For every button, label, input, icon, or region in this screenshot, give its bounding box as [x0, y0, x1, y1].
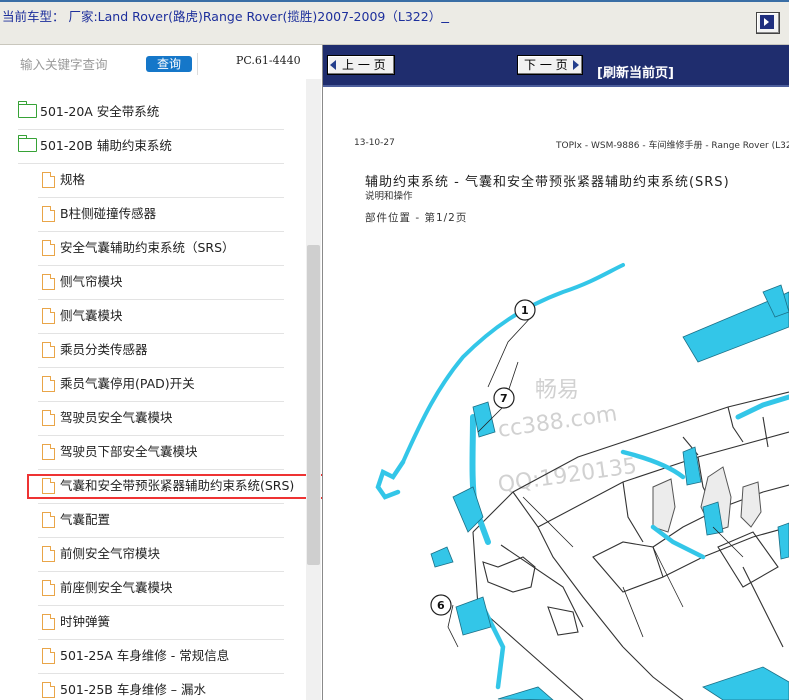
folder-icon: [18, 134, 37, 152]
model-link-underline[interactable]: [441, 9, 449, 24]
document-icon: [42, 545, 55, 562]
document-icon: [42, 307, 55, 324]
callout-7: 7: [493, 387, 515, 409]
tree-doc-item[interactable]: 501-25A 车身维修 - 常规信息: [38, 639, 284, 674]
document-icon: [42, 579, 55, 596]
tree-doc-item[interactable]: 501-25B 车身维修 – 漏水: [38, 673, 284, 700]
tree-item-label: 驾驶员下部安全气囊模块: [60, 444, 198, 459]
document-icon: [42, 613, 55, 630]
callout-1-label: 1: [521, 304, 529, 317]
tree-doc-item[interactable]: 驾驶员下部安全气囊模块: [38, 435, 284, 470]
tree-item-label: 规格: [60, 172, 86, 187]
tree-doc-item[interactable]: 乘员气囊停用(PAD)开关: [38, 367, 284, 402]
tree-item-label: 501-25B 车身维修 – 漏水: [60, 682, 207, 697]
document-subtitle: 说明和操作: [365, 191, 413, 202]
document-icon: [42, 443, 55, 460]
document-icon: [42, 341, 55, 358]
search-input[interactable]: [20, 57, 138, 72]
document-header: TOPIx - WSM-9886 - 车间维修手册 - Range Rover …: [556, 141, 789, 151]
tree-doc-item[interactable]: B柱侧碰撞传感器: [38, 197, 284, 232]
tree-scrollbar[interactable]: [306, 79, 321, 700]
current-model-title: 当前车型： 厂家:Land Rover(路虎)Range Rover(揽胜)20…: [2, 6, 449, 25]
refresh-page-link[interactable]: [刷新当前页]: [597, 62, 674, 81]
callout-1: 1: [514, 299, 536, 321]
left-navigation-panel: 501-20A 安全带系统 501-20B 辅助约束系统规格 B柱侧碰撞传感器安全气…: [0, 45, 323, 700]
tree-item-label: 侧气帘模块: [60, 274, 123, 289]
tree-doc-item[interactable]: 驾驶员安全气囊模块: [38, 401, 284, 436]
tree-doc-item[interactable]: 侧气帘模块: [38, 265, 284, 300]
arrow-left-icon: [330, 60, 336, 70]
tree-item-label: 前座侧安全气囊模块: [60, 580, 173, 595]
folder-icon: [18, 100, 37, 118]
tree-doc-item[interactable]: 时钟弹簧: [38, 605, 284, 640]
document-icon: [42, 511, 55, 528]
srs-part-fills: [430, 284, 789, 700]
tree-doc-item[interactable]: 安全气囊辅助约束系统（SRS）: [38, 231, 284, 266]
tree-item-label: 侧气囊模块: [60, 308, 123, 323]
tree-scrollbar-thumb[interactable]: [307, 245, 320, 565]
document-icon: [42, 171, 55, 188]
document-icon: [42, 409, 55, 426]
document-icon: [42, 647, 55, 664]
component-location-label: 部件位置 - 第1/2页: [365, 212, 468, 224]
tree-item-label: 安全气囊辅助约束系统（SRS）: [60, 240, 235, 255]
page-navigation-bar: 上 一 页 下 一 页 [刷新当前页]: [323, 45, 789, 87]
manual-page: 畅易 cc388.com QQ:1920135 1 7 6 13-10-27 T…: [323, 87, 789, 700]
watermark-line-2: cc388.com: [496, 401, 618, 442]
document-title: 辅助约束系统 - 气囊和安全带预张紧器辅助约束系统(SRS): [365, 175, 730, 190]
search-bar: 查询 PC.61-4440: [0, 45, 322, 79]
document-icon: [42, 239, 55, 256]
tree-doc-item[interactable]: 乘员分类传感器: [38, 333, 284, 368]
panel-toggle-button[interactable]: [756, 12, 780, 34]
chapter-tree: 501-20A 安全带系统 501-20B 辅助约束系统规格 B柱侧碰撞传感器安全气…: [0, 45, 306, 700]
document-icon: [42, 273, 55, 290]
query-button[interactable]: 查询: [146, 56, 192, 72]
search-separator: [197, 53, 198, 75]
tree-doc-item[interactable]: 规格: [38, 163, 284, 198]
document-icon: [42, 375, 55, 392]
tree-item-label: 气囊配置: [60, 512, 111, 527]
tree-item-label: 前侧安全气帘模块: [60, 546, 161, 561]
tree-doc-item[interactable]: 前座侧安全气囊模块: [38, 571, 284, 606]
document-panel: 上 一 页 下 一 页 [刷新当前页] 畅易 cc388.com QQ:1920…: [323, 45, 789, 700]
tree-item-label: 驾驶员安全气囊模块: [60, 410, 173, 425]
tree-item-label: 乘员气囊停用(PAD)开关: [60, 376, 195, 391]
document-icon: [42, 681, 55, 698]
current-model-text: 当前车型： 厂家:Land Rover(路虎)Range Rover(揽胜)20…: [2, 9, 442, 24]
next-page-button[interactable]: 下 一 页: [517, 55, 583, 75]
tree-doc-item[interactable]: 气囊配置: [38, 503, 284, 538]
pc-code: PC.61-4440: [236, 54, 301, 67]
tree-item-label: 501-20A 安全带系统: [40, 104, 160, 119]
tree-item-label: 乘员分类传感器: [60, 342, 148, 357]
callout-6: 6: [430, 594, 452, 616]
tree-item-label: B柱侧碰撞传感器: [60, 206, 157, 221]
top-bar: 当前车型： 厂家:Land Rover(路虎)Range Rover(揽胜)20…: [0, 0, 789, 45]
selected-item-highlight-box: [27, 474, 322, 499]
previous-page-label: 上 一 页: [342, 58, 386, 72]
tree-doc-item[interactable]: 前侧安全气帘模块: [38, 537, 284, 572]
tree-item-label: 时钟弹簧: [60, 614, 111, 629]
next-page-label: 下 一 页: [524, 58, 568, 72]
tree-folder-item[interactable]: 501-20B 辅助约束系统: [18, 129, 284, 164]
tree-item-label: 501-25A 车身维修 - 常规信息: [60, 648, 230, 663]
document-date: 13-10-27: [354, 138, 395, 148]
tree-folder-item[interactable]: 501-20A 安全带系统: [18, 95, 284, 130]
tree-doc-item[interactable]: 侧气囊模块: [38, 299, 284, 334]
callout-7-label: 7: [500, 392, 508, 405]
watermark-line-3: QQ:1920135: [496, 454, 638, 498]
watermark-line-1: 畅易: [535, 378, 579, 403]
tree-item-label: 501-20B 辅助约束系统: [40, 138, 172, 153]
play-arrow-icon: [764, 18, 769, 26]
previous-page-button[interactable]: 上 一 页: [327, 55, 395, 75]
callout-6-label: 6: [437, 599, 445, 612]
document-icon: [42, 205, 55, 222]
arrow-right-icon: [573, 60, 579, 70]
top-accent-line: [0, 0, 789, 2]
